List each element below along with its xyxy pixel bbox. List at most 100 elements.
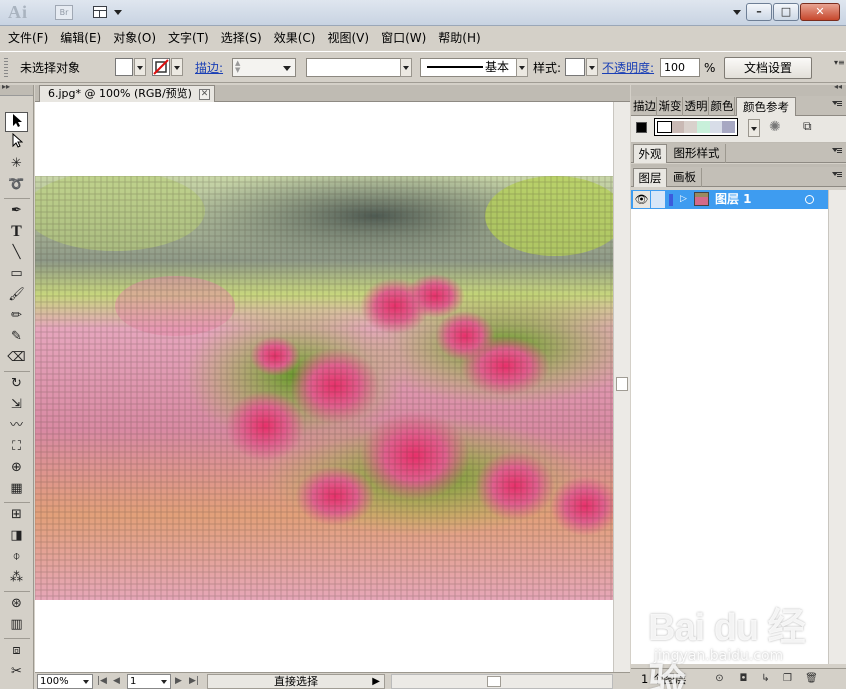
color-wheel-icon[interactable]: ✺	[769, 119, 781, 135]
workspace-switcher-chevron-icon[interactable]	[733, 10, 741, 15]
document-tab[interactable]: 6.jpg* @ 100% (RGB/预览) ✕	[39, 85, 215, 102]
mesh-tool-icon[interactable]: ⊞	[5, 505, 28, 525]
harmony-swatch[interactable]	[657, 121, 672, 133]
direct-selection-tool-icon[interactable]	[5, 132, 28, 153]
magic-wand-tool-icon[interactable]: ✳	[5, 154, 28, 174]
tab-color[interactable]: 颜色	[710, 97, 735, 116]
tab-gradient[interactable]: 渐变	[658, 97, 683, 116]
close-icon[interactable]: ✕	[198, 89, 210, 100]
tab-layers[interactable]: 图层	[633, 168, 667, 187]
layer-name[interactable]: 图层 1	[715, 190, 752, 209]
selection-tool-icon[interactable]	[5, 112, 28, 132]
variable-width-profile-field[interactable]	[306, 58, 412, 77]
tab-stroke[interactable]: 描边	[633, 97, 657, 116]
stroke-dropdown[interactable]	[171, 58, 183, 76]
panel-menu-icon[interactable]	[832, 101, 842, 109]
graphic-style-swatch[interactable]	[565, 58, 585, 76]
expand-triangle-icon[interactable]: ▷	[680, 194, 687, 204]
zoom-field[interactable]: 100%	[37, 674, 93, 689]
harmony-swatch[interactable]	[709, 121, 723, 133]
rotate-tool-icon[interactable]: ↻	[5, 374, 28, 394]
horizontal-scroll-thumb[interactable]	[487, 676, 501, 687]
harmony-swatch[interactable]	[697, 121, 710, 133]
collapse-panels-icon[interactable]: ◂◂	[834, 82, 842, 91]
type-tool-icon[interactable]: T	[5, 222, 28, 242]
opacity-field[interactable]: 100	[660, 58, 700, 77]
free-transform-tool-icon[interactable]: ⛶	[5, 437, 28, 457]
scale-tool-icon[interactable]: ⇲	[5, 395, 28, 415]
panel-dock-header[interactable]: ◂◂	[631, 82, 846, 96]
arrange-documents-button[interactable]	[93, 4, 125, 21]
artboard-tool-icon[interactable]: ⧈	[5, 641, 28, 661]
delete-layer-icon[interactable]: 🗑	[805, 673, 818, 685]
variable-width-dropdown[interactable]	[400, 58, 412, 77]
vertical-scrollbar[interactable]	[613, 102, 630, 672]
harmony-rules-dropdown[interactable]	[748, 119, 760, 137]
next-artboard-icon[interactable]: ▶	[175, 674, 182, 689]
menu-help[interactable]: 帮助(H)	[432, 27, 486, 49]
blend-tool-icon[interactable]: ⁂	[5, 568, 28, 588]
fill-swatch[interactable]	[115, 58, 133, 76]
warp-tool-icon[interactable]: 〰	[5, 416, 28, 436]
control-panel-menu-icon[interactable]: ▾≡	[834, 58, 845, 78]
last-artboard-icon[interactable]: ▶|	[189, 674, 199, 689]
horizontal-scrollbar[interactable]	[391, 674, 613, 689]
previous-artboard-icon[interactable]: ◀	[113, 674, 120, 689]
fill-dropdown[interactable]	[134, 58, 146, 76]
opacity-label[interactable]: 不透明度:	[602, 52, 654, 84]
save-color-group-icon[interactable]: ⧉	[803, 119, 812, 134]
brush-dropdown[interactable]	[516, 58, 528, 77]
column-graph-tool-icon[interactable]: ▥	[5, 615, 28, 635]
menu-edit[interactable]: 编辑(E)	[54, 27, 107, 49]
current-color-swatch[interactable]	[636, 122, 647, 133]
brush-definition-field[interactable]: 基本	[420, 58, 528, 77]
tab-transparency[interactable]: 透明	[684, 97, 709, 116]
menu-window[interactable]: 窗口(W)	[375, 27, 432, 49]
menu-file[interactable]: 文件(F)	[2, 27, 54, 49]
rectangle-tool-icon[interactable]: ▭	[5, 264, 28, 284]
layer-row[interactable]: 👁 ▷ 图层 1	[631, 190, 828, 209]
bridge-button[interactable]: Br	[55, 5, 73, 20]
tab-appearance[interactable]: 外观	[633, 144, 667, 163]
slice-tool-icon[interactable]: ✂	[5, 662, 28, 682]
artboard-number-field[interactable]: 1	[127, 674, 171, 689]
document-setup-button[interactable]: 文档设置	[724, 57, 812, 79]
menu-type[interactable]: 文字(T)	[162, 27, 215, 49]
tab-color-guide[interactable]: 颜色参考	[736, 97, 796, 116]
make-clipping-mask-icon[interactable]: ◘	[737, 673, 750, 685]
new-layer-icon[interactable]: ❐	[781, 673, 794, 685]
harmony-swatch[interactable]	[722, 121, 736, 133]
menu-select[interactable]: 选择(S)	[215, 27, 268, 49]
locate-object-icon[interactable]: ⊙	[713, 673, 726, 685]
shape-builder-tool-icon[interactable]: ⊕	[5, 458, 28, 478]
maximize-button[interactable]: □	[773, 3, 799, 21]
stroke-label[interactable]: 描边:	[195, 52, 223, 84]
panel-menu-icon[interactable]	[832, 172, 842, 180]
blob-brush-tool-icon[interactable]: ✎	[5, 327, 28, 347]
pencil-tool-icon[interactable]: ✏	[5, 306, 28, 326]
new-sublayer-icon[interactable]: ↳	[759, 673, 772, 685]
line-segment-tool-icon[interactable]: ╲	[5, 243, 28, 263]
tab-artboards[interactable]: 画板	[668, 168, 702, 187]
tab-graphic-styles[interactable]: 图形样式	[668, 144, 726, 163]
first-artboard-icon[interactable]: |◀	[97, 674, 107, 689]
pen-tool-icon[interactable]: ✒	[5, 201, 28, 221]
panel-menu-icon[interactable]	[832, 148, 842, 156]
target-circle-icon[interactable]	[805, 195, 814, 204]
menu-object[interactable]: 对象(O)	[107, 27, 162, 49]
harmony-swatch-strip[interactable]	[654, 118, 738, 136]
stroke-swatch[interactable]	[152, 58, 170, 76]
tools-panel-header[interactable]	[0, 82, 33, 96]
status-tool-display[interactable]: 直接选择 ▶	[207, 674, 385, 689]
graphic-style-dropdown[interactable]	[586, 58, 598, 76]
eyedropper-tool-icon[interactable]: ⌽	[5, 547, 28, 567]
harmony-swatch[interactable]	[671, 121, 685, 133]
layers-scrollbar[interactable]	[828, 190, 846, 664]
eye-icon[interactable]: 👁	[633, 191, 650, 208]
perspective-grid-tool-icon[interactable]: ▦	[5, 479, 28, 499]
control-bar-grip[interactable]	[4, 58, 8, 78]
menu-effect[interactable]: 效果(C)	[268, 27, 322, 49]
artboard-canvas[interactable]	[35, 102, 613, 672]
minimize-button[interactable]: –	[746, 3, 772, 21]
eraser-tool-icon[interactable]: ⌫	[5, 348, 28, 368]
